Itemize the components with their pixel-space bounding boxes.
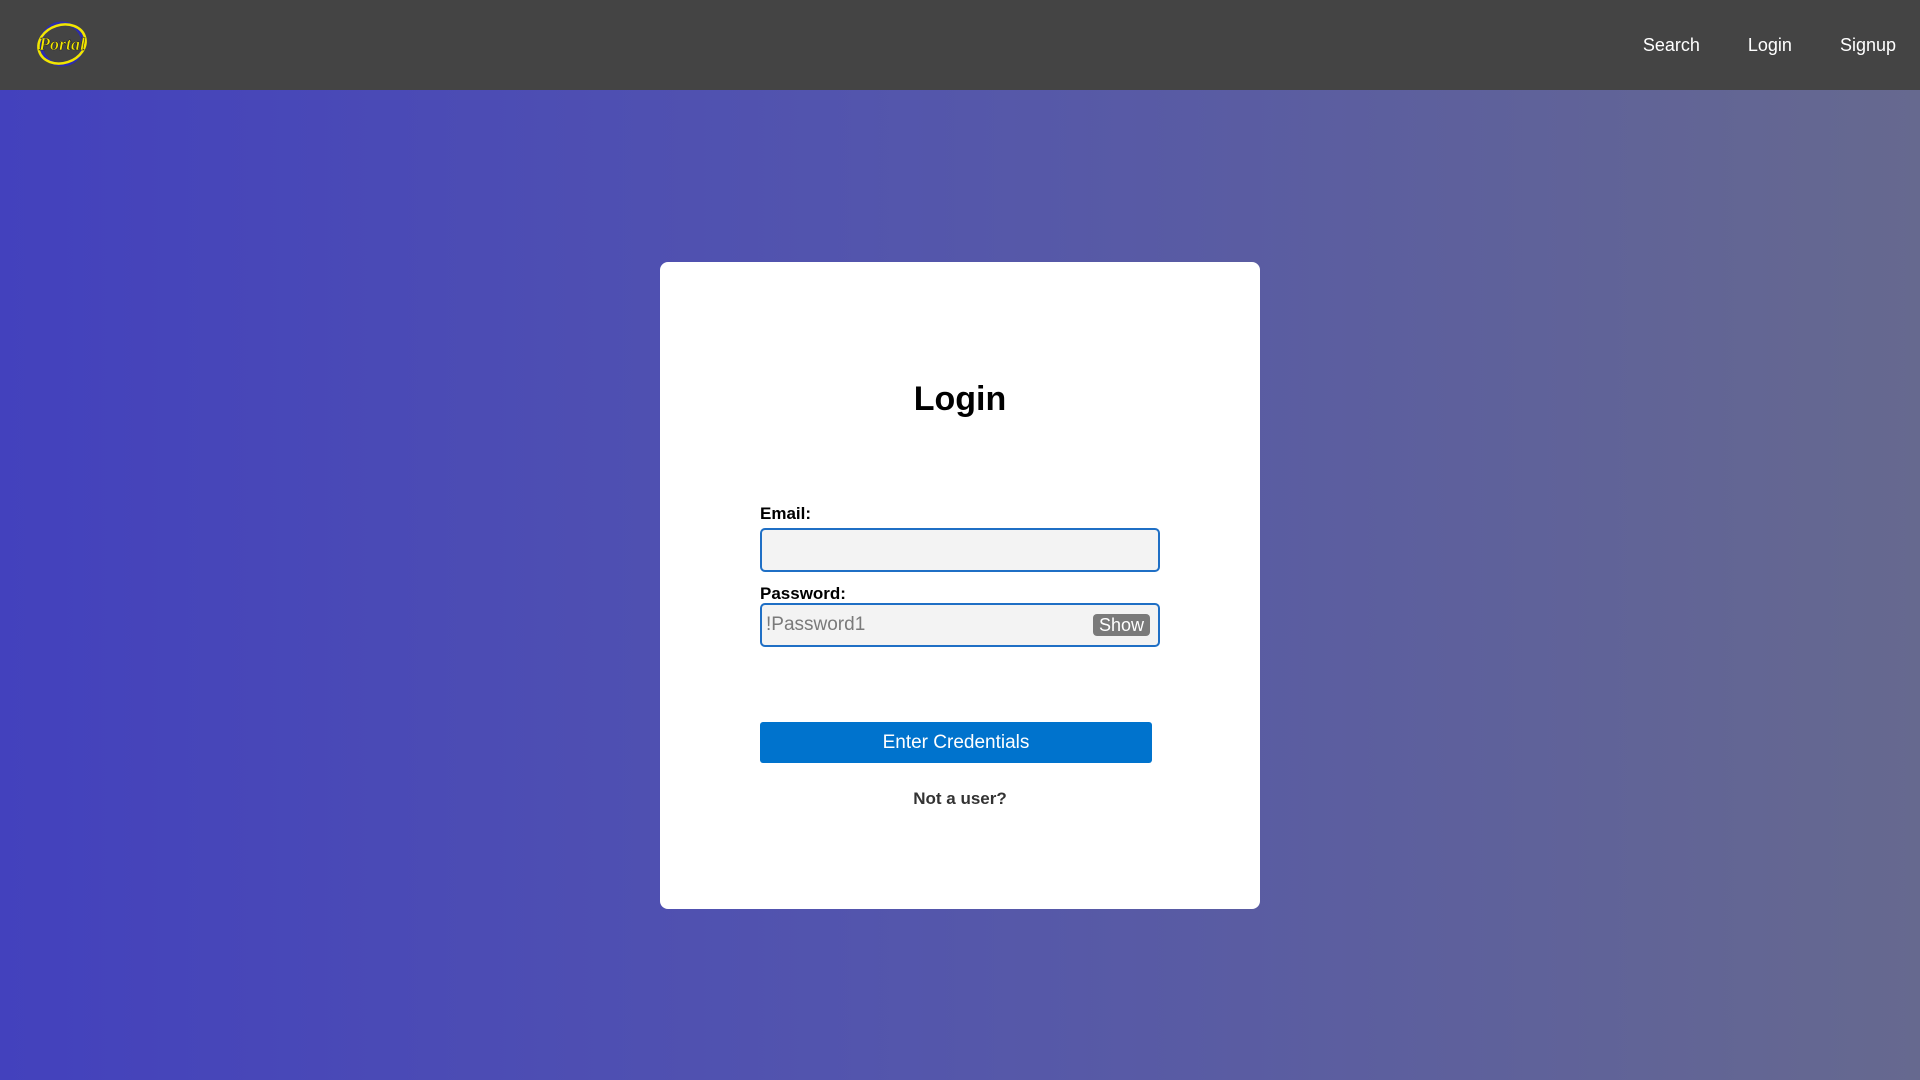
password-field-box: Show xyxy=(760,603,1160,647)
email-field[interactable] xyxy=(762,530,1158,570)
show-password-button[interactable]: Show xyxy=(1092,614,1150,636)
page-title: Login xyxy=(913,380,1007,418)
portal-logo-icon[interactable]: Portal xyxy=(24,18,100,70)
email-label: Email: xyxy=(760,504,812,523)
nav-link-login[interactable]: Login xyxy=(1748,35,1792,56)
nav-link-signup[interactable]: Signup xyxy=(1840,35,1896,56)
svg-text:Portal: Portal xyxy=(38,34,85,54)
nav-links: Search Login Signup xyxy=(1643,0,1896,90)
password-label: Password: xyxy=(760,584,846,603)
login-card: Login Email: Password: Show Enter Creden… xyxy=(660,262,1260,909)
email-field-box xyxy=(760,528,1160,572)
not-a-user-link[interactable]: Not a user? xyxy=(660,789,1260,809)
nav-link-search[interactable]: Search xyxy=(1643,35,1700,56)
navbar: Portal Search Login Signup xyxy=(0,0,1920,90)
enter-credentials-button[interactable]: Enter Credentials xyxy=(760,722,1152,763)
